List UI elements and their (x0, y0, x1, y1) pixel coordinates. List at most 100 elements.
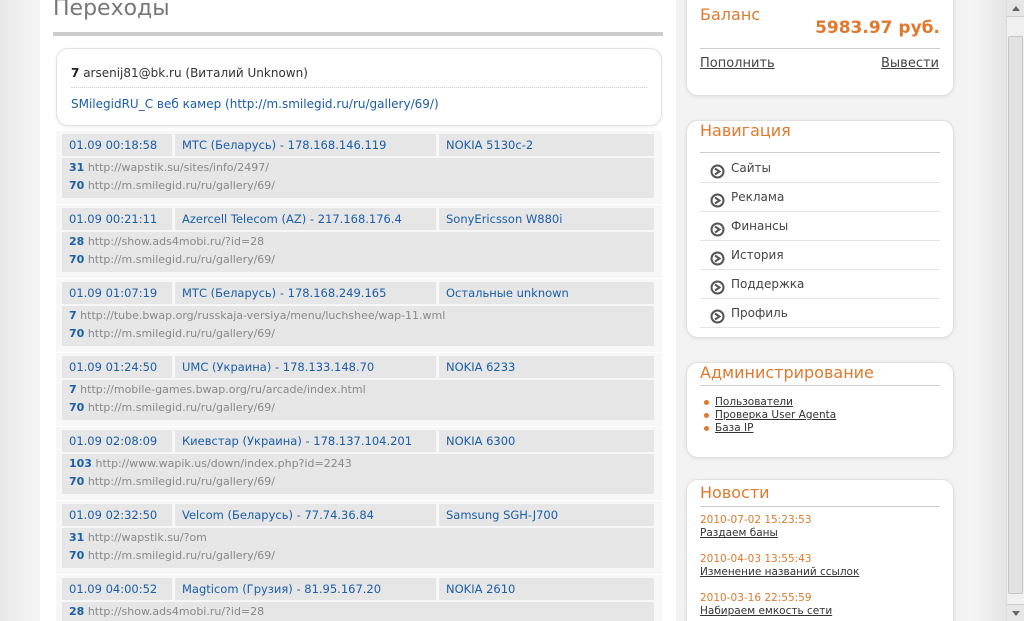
referrer-url[interactable]: http://wapstik.su/?om (88, 531, 207, 544)
nav-item-4[interactable]: Поддержка (700, 270, 940, 299)
admin-link-label: База IP (715, 422, 754, 434)
summary-link[interactable]: SMilegidRU_C веб камер (http://m.smilegi… (71, 97, 439, 111)
entry-operator[interactable]: Azercell Telecom (AZ) - 217.168.176.4 (175, 208, 436, 230)
scroll-thumb[interactable] (1008, 36, 1023, 594)
arrow-circle-icon (710, 277, 725, 295)
nav-item-label: Реклама (731, 190, 785, 204)
nav-item-3[interactable]: История (700, 241, 940, 270)
page: Переходы 7 arsenij81@bk.ru (Виталий Unkn… (0, 0, 1024, 621)
entry-operator[interactable]: МТС (Беларусь) - 178.168.249.165 (175, 282, 436, 304)
referrer-id: 31 (69, 161, 85, 174)
entry-device[interactable]: NOKIA 2610 (439, 578, 654, 600)
target-url[interactable]: http://m.smilegid.ru/ru/gallery/69/ (88, 253, 275, 266)
nav-item-label: Сайты (731, 161, 771, 175)
entry-device[interactable]: Остальные unknown (439, 282, 654, 304)
referrer-url[interactable]: http://show.ads4mobi.ru/?id=28 (88, 605, 264, 618)
entry-operator[interactable]: Magticom (Грузия) - 81.95.167.20 (175, 578, 436, 600)
target-url[interactable]: http://m.smilegid.ru/ru/gallery/69/ (88, 549, 275, 562)
withdraw-link[interactable]: Вывести (881, 56, 939, 71)
entry-body: 103 http://www.wapik.us/down/index.php?i… (62, 454, 654, 494)
entry-operator[interactable]: Velcom (Беларусь) - 77.74.36.84 (175, 504, 436, 526)
background-right (968, 0, 1006, 621)
transition-entry: 01.09 00:18:58 МТС (Беларусь) - 178.168.1… (56, 131, 662, 205)
nav-item-5[interactable]: Профиль (700, 299, 940, 328)
entry-target: 70 http://m.smilegid.ru/ru/gallery/69/ (69, 401, 275, 414)
bullet-icon (704, 400, 709, 405)
entry-referrer: 31 http://wapstik.su/sites/info/2497/ (69, 161, 269, 174)
entry-device[interactable]: NOKIA 6233 (439, 356, 654, 378)
entry-referrer: 7 http://mobile-games.bwap.org/ru/arcade… (69, 383, 366, 396)
entry-time[interactable]: 01.09 01:24:50 (62, 356, 172, 378)
entry-device[interactable]: NOKIA 6300 (439, 430, 654, 452)
arrow-circle-icon (710, 190, 725, 208)
navigation-divider (700, 152, 940, 153)
scroll-down-button[interactable] (1007, 604, 1024, 621)
bullet-icon (704, 426, 709, 431)
referrer-id: 7 (69, 383, 77, 396)
entry-device[interactable]: Samsung SGH-J700 (439, 504, 654, 526)
news-title-link[interactable]: Изменение названий ссылок (700, 566, 859, 578)
target-url[interactable]: http://m.smilegid.ru/ru/gallery/69/ (88, 401, 275, 414)
target-id: 70 (69, 401, 85, 414)
entry-body: 31 http://wapstik.su/sites/info/2497/70 … (62, 158, 654, 198)
transition-entry: 01.09 04:00:52 Magticom (Грузия) - 81.95.… (56, 575, 662, 621)
referrer-url[interactable]: http://show.ads4mobi.ru/?id=28 (88, 235, 264, 248)
nav-item-1[interactable]: Реклама (700, 183, 940, 212)
nav-item-label: Финансы (731, 219, 789, 233)
summary-divider (71, 87, 647, 88)
entry-device[interactable]: NOKIA 5130c-2 (439, 134, 654, 156)
entry-header: 01.09 00:21:11 Azercell Telecom (AZ) - 21… (62, 208, 654, 230)
entry-time[interactable]: 01.09 04:00:52 (62, 578, 172, 600)
entry-operator[interactable]: UMC (Украина) - 178.133.148.70 (175, 356, 436, 378)
entry-time[interactable]: 01.09 02:32:50 (62, 504, 172, 526)
entry-time[interactable]: 01.09 00:18:58 (62, 134, 172, 156)
entry-operator[interactable]: МТС (Беларусь) - 178.168.146.119 (175, 134, 436, 156)
admin-title: Администрирование (700, 363, 874, 382)
arrow-circle-icon (710, 248, 725, 266)
admin-link-1[interactable]: Проверка User Agenta (704, 409, 836, 421)
main-content: Переходы 7 arsenij81@bk.ru (Виталий Unkn… (40, 0, 676, 621)
news-box: Новости 2010-07-02 15:23:53 Раздаем баны 2… (686, 479, 954, 621)
news-title-link[interactable]: Набираем емкость сети (700, 605, 832, 617)
target-url[interactable]: http://m.smilegid.ru/ru/gallery/69/ (88, 179, 275, 192)
target-url[interactable]: http://m.smilegid.ru/ru/gallery/69/ (88, 475, 275, 488)
balance-amount: 5983.97 руб. (815, 18, 940, 38)
referrer-url[interactable]: http://mobile-games.bwap.org/ru/arcade/i… (80, 383, 365, 396)
vertical-scrollbar[interactable] (1006, 0, 1024, 621)
nav-item-label: История (731, 248, 784, 262)
entry-operator[interactable]: Киевстар (Украина) - 178.137.104.201 (175, 430, 436, 452)
news-divider (700, 506, 940, 507)
entry-header: 01.09 00:18:58 МТС (Беларусь) - 178.168.1… (62, 134, 654, 156)
referrer-url[interactable]: http://wapstik.su/sites/info/2497/ (88, 161, 269, 174)
balance-box: Баланс 5983.97 руб. Пополнить Вывести (686, 0, 954, 96)
target-url[interactable]: http://m.smilegid.ru/ru/gallery/69/ (88, 327, 275, 340)
scroll-up-button[interactable] (1007, 0, 1024, 17)
transition-entry: 01.09 02:32:50 Velcom (Беларусь) - 77.74.… (56, 501, 662, 575)
referrer-id: 103 (69, 457, 92, 470)
news-title-link[interactable]: Раздаем баны (700, 527, 778, 539)
referrer-url[interactable]: http://tube.bwap.org/russkaja-versiya/me… (80, 309, 445, 322)
summary-user-name: arsenij81@bk.ru (Виталий Unknown) (83, 66, 308, 80)
admin-link-label: Проверка User Agenta (715, 409, 837, 421)
entry-time[interactable]: 01.09 02:08:09 (62, 430, 172, 452)
nav-item-0[interactable]: Сайты (700, 154, 940, 183)
entry-referrer: 103 http://www.wapik.us/down/index.php?i… (69, 457, 352, 470)
title-divider (53, 32, 663, 36)
transition-entry: 01.09 01:07:19 МТС (Беларусь) - 178.168.2… (56, 279, 662, 353)
entry-time[interactable]: 01.09 00:21:11 (62, 208, 172, 230)
admin-link-0[interactable]: Пользователи (704, 396, 793, 408)
entry-header: 01.09 04:00:52 Magticom (Грузия) - 81.95.… (62, 578, 654, 600)
transition-entry: 01.09 01:24:50 UMC (Украина) - 178.133.14… (56, 353, 662, 427)
arrow-circle-icon (710, 306, 725, 324)
entry-device[interactable]: SonyEricsson W880i (439, 208, 654, 230)
entry-time[interactable]: 01.09 01:07:19 (62, 282, 172, 304)
deposit-link[interactable]: Пополнить (700, 56, 775, 71)
summary-count: 7 (71, 66, 80, 80)
balance-title: Баланс (700, 5, 761, 24)
referrer-url[interactable]: http://www.wapik.us/down/index.php?id=22… (95, 457, 351, 470)
nav-item-2[interactable]: Финансы (700, 212, 940, 241)
target-id: 70 (69, 253, 85, 266)
admin-link-2[interactable]: База IP (704, 422, 753, 434)
transition-entry: 01.09 02:08:09 Киевстар (Украина) - 178.1… (56, 427, 662, 501)
referrer-id: 7 (69, 309, 77, 322)
